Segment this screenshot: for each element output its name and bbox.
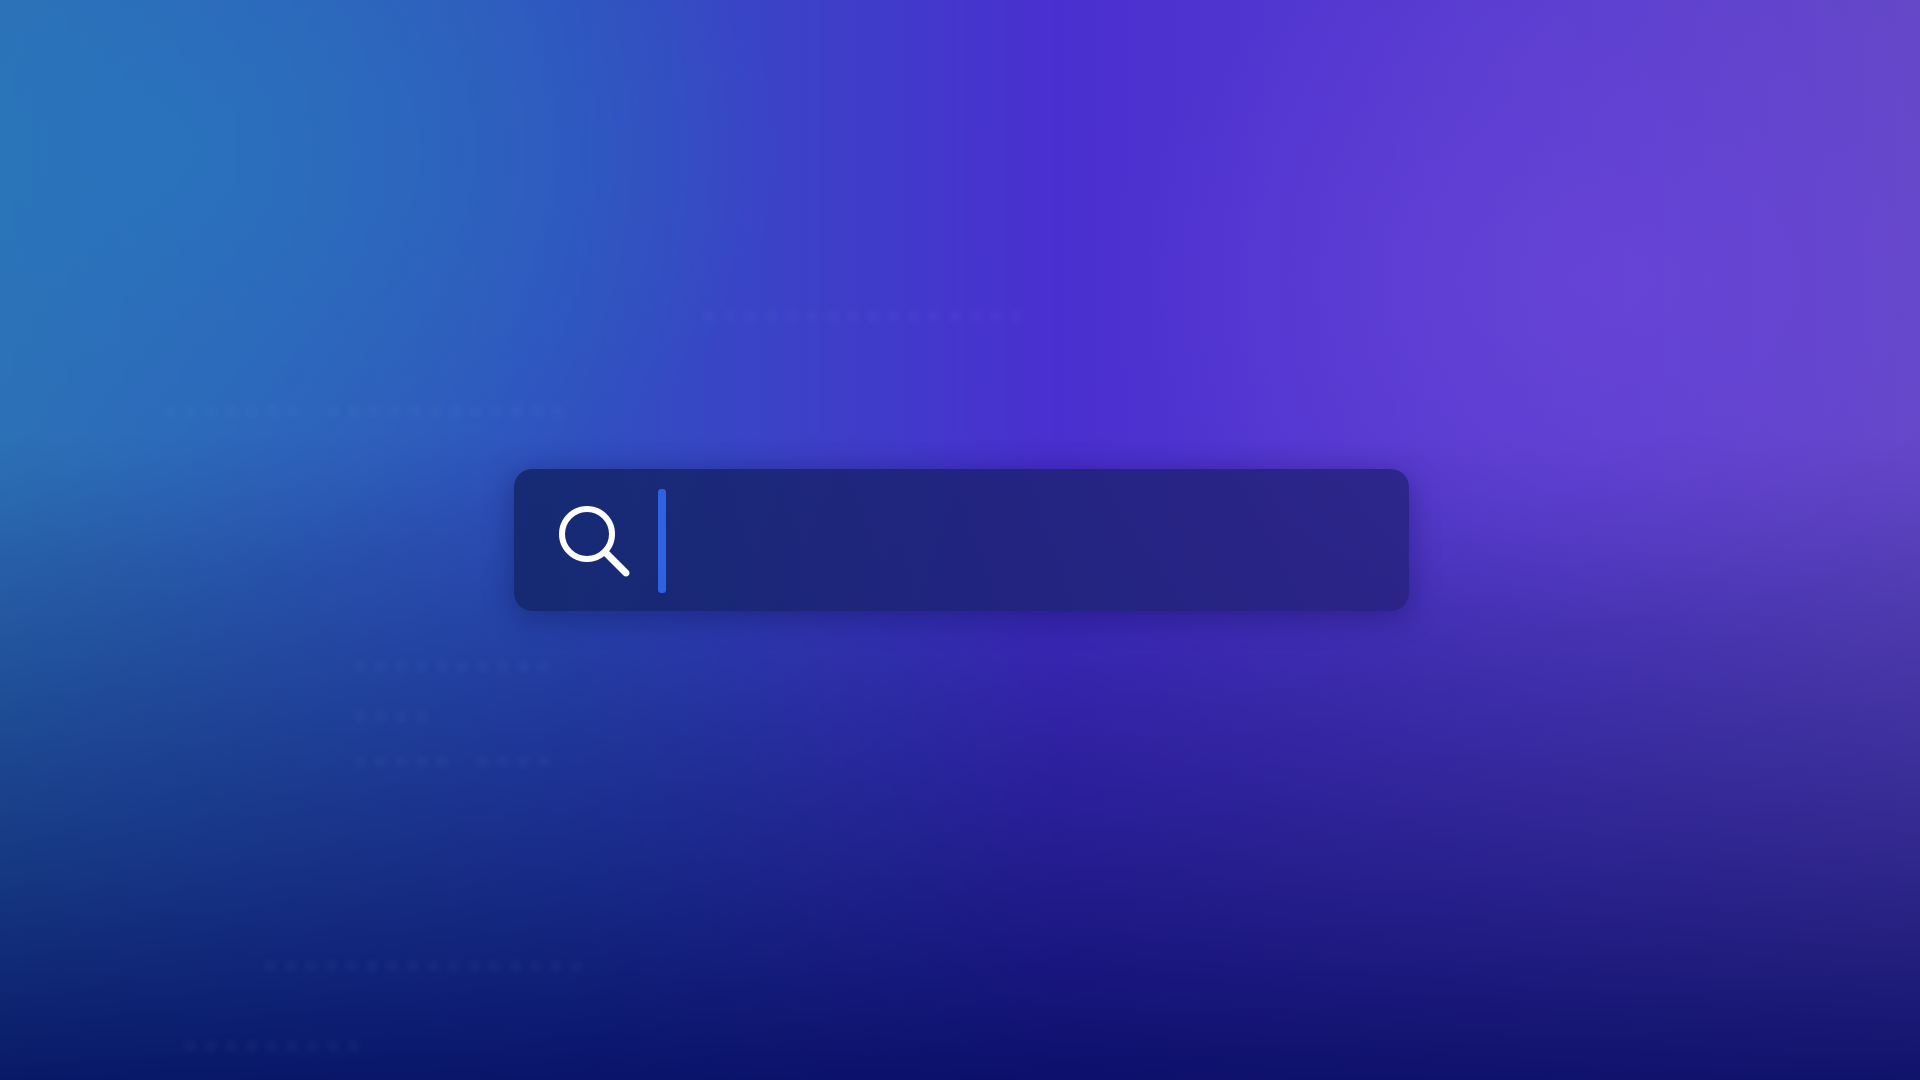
- background-blurred-code: ▪▪▪▪▪▪▪ ▪▪▪▪▪▪▪▪▪▪▪▪: [160, 395, 569, 433]
- search-bar[interactable]: [514, 469, 1409, 611]
- text-caret: [658, 489, 666, 593]
- background-blurred-code: ▪▪▪▪▪▪▪▪▪▪▪▪▪▪▪▪: [260, 950, 587, 988]
- background-blurred-code: ▪▪▪▪: [350, 700, 432, 738]
- background-blurred-code: ▪▪▪▪▪▪▪▪▪▪▪▪▪▪▪▪: [700, 300, 1027, 338]
- background-blurred-code: ▪▪▪▪▪ ▪▪▪▪: [350, 745, 555, 783]
- search-icon: [559, 506, 630, 577]
- background-blurred-code: ▪▪▪▪▪▪▪▪▪: [180, 1030, 364, 1068]
- background-blurred-code: ▪▪▪▪▪▪▪▪▪▪: [350, 650, 555, 688]
- search-input[interactable]: [654, 489, 1394, 591]
